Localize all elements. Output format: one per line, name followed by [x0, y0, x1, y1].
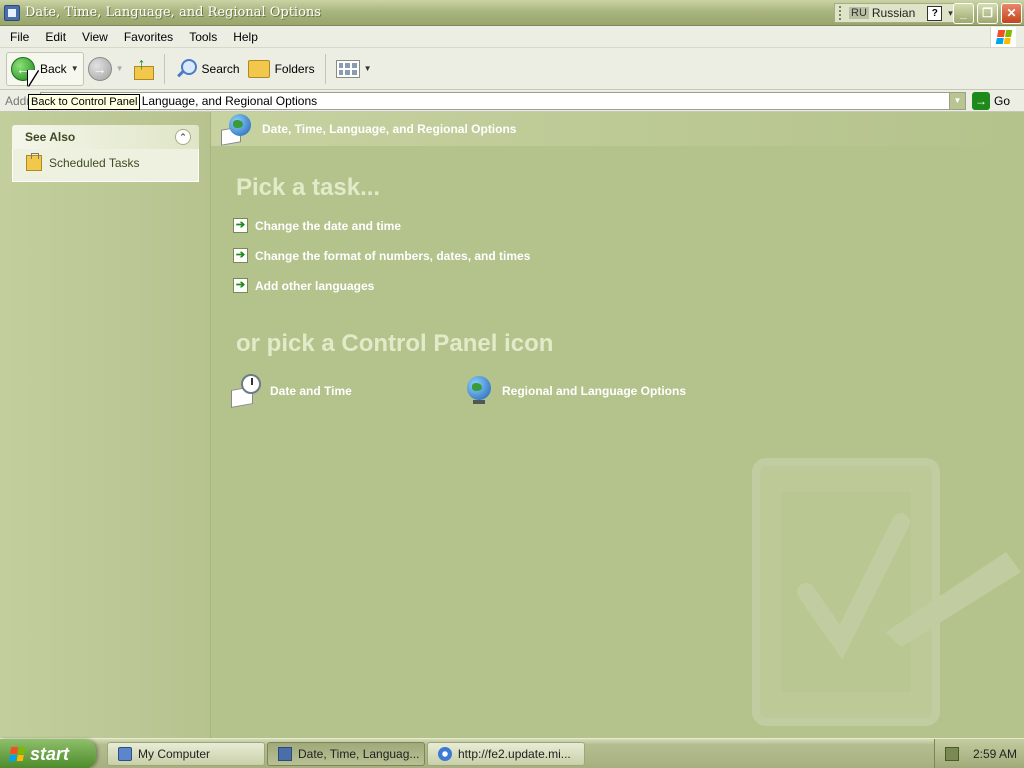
task-change-date-time[interactable]: ➔ Change the date and time [233, 218, 401, 233]
windows-logo-icon [990, 27, 1016, 47]
scheduled-tasks-label: Scheduled Tasks [49, 156, 140, 170]
toolbar-separator [324, 53, 326, 84]
close-button[interactable]: ✕ [1001, 3, 1022, 24]
task-label: Add other languages [255, 278, 375, 293]
task-label: Change the date and time [255, 218, 402, 233]
search-label: Search [201, 61, 240, 76]
back-tooltip: Back to Control Panel [28, 94, 141, 110]
minimize-button[interactable]: _ [953, 3, 974, 24]
language-code[interactable]: RU [849, 7, 869, 19]
taskbar-button-my-computer[interactable]: My Computer [107, 742, 265, 766]
date-and-time-applet[interactable]: Date and Time [231, 374, 352, 408]
task-label: Change the format of numbers, dates, and… [255, 248, 531, 263]
task-add-languages[interactable]: ➔ Add other languages [233, 278, 374, 293]
start-label: start [30, 743, 70, 764]
menu-bar: File Edit View Favorites Tools Help [0, 26, 1024, 48]
views-button[interactable]: ▼ [332, 52, 376, 86]
start-button[interactable]: start [0, 739, 96, 768]
back-dropdown-icon[interactable]: ▼ [71, 64, 79, 73]
category-title: Date, Time, Language, and Regional Optio… [262, 122, 517, 136]
date-time-icon [231, 374, 265, 408]
checkmark-watermark-icon [752, 458, 1021, 726]
window-title: Date, Time, Language, and Regional Optio… [25, 5, 321, 20]
taskbar-button-date-time[interactable]: Date, Time, Languag... [267, 742, 425, 766]
windows-flag-icon [8, 747, 26, 761]
menu-edit[interactable]: Edit [37, 30, 74, 44]
taskbar-button-label: http://fe2.update.mi... [458, 747, 571, 761]
address-input[interactable]: Date, Time, Language, and Regional Optio… [40, 92, 966, 110]
up-folder-button[interactable] [128, 52, 158, 86]
collapse-chevron-icon[interactable]: ⌃ [175, 129, 191, 145]
language-bar[interactable]: RU Russian ? ▾ [834, 3, 958, 23]
language-name[interactable]: Russian [872, 6, 915, 20]
clock[interactable]: 2:59 AM [973, 747, 1017, 761]
toolbar-separator [163, 53, 165, 84]
see-also-body: Scheduled Tasks [12, 149, 199, 182]
toolbar: ← Back ▼ → ▼ Search Folders ▼ [0, 48, 1024, 90]
help-icon[interactable]: ? [927, 5, 943, 21]
applet-label: Date and Time [270, 384, 352, 398]
up-folder-icon [132, 56, 154, 80]
taskbar-button-browser[interactable]: http://fe2.update.mi... [427, 742, 585, 766]
applet-label: Regional and Language Options [502, 384, 687, 398]
menu-help[interactable]: Help [225, 30, 266, 44]
search-button[interactable]: Search [171, 52, 244, 86]
task-arrow-icon: ➔ [233, 278, 248, 293]
my-computer-icon [118, 747, 132, 761]
back-label: Back [40, 61, 67, 76]
menu-view[interactable]: View [74, 30, 116, 44]
menu-tools[interactable]: Tools [181, 30, 225, 44]
internet-explorer-icon [438, 747, 452, 761]
task-arrow-icon: ➔ [233, 248, 248, 263]
category-header: Date, Time, Language, and Regional Optio… [211, 112, 1024, 146]
task-arrow-icon: ➔ [233, 218, 248, 233]
category-icon [221, 114, 255, 146]
folders-label: Folders [274, 61, 315, 76]
views-dropdown-icon[interactable]: ▼ [364, 64, 372, 73]
maximize-button[interactable]: ❐ [977, 3, 998, 24]
address-dropdown-icon[interactable]: ▼ [949, 93, 965, 109]
main-content: Date, Time, Language, and Regional Optio… [211, 112, 1024, 738]
menu-file[interactable]: File [0, 30, 37, 44]
grip-handle-icon[interactable] [839, 6, 843, 20]
forward-arrow-icon: → [87, 56, 112, 81]
see-also-panel: See Also ⌃ Scheduled Tasks [12, 125, 199, 182]
back-button[interactable]: ← Back ▼ [6, 51, 84, 86]
scheduled-tasks-icon [26, 153, 42, 171]
left-task-pane: See Also ⌃ Scheduled Tasks [0, 112, 211, 738]
search-icon [175, 58, 197, 80]
system-tray: 2:59 AM [934, 739, 1024, 768]
window-icon[interactable] [4, 4, 20, 21]
go-arrow-icon: → [972, 92, 990, 110]
address-bar: Address Date, Time, Language, and Region… [0, 90, 1024, 112]
go-button[interactable]: → Go [972, 92, 1010, 110]
scheduled-tasks-link[interactable]: Scheduled Tasks [26, 153, 188, 171]
folders-button[interactable]: Folders [244, 52, 319, 86]
see-also-header[interactable]: See Also ⌃ [12, 125, 199, 149]
taskbar-button-label: My Computer [138, 747, 211, 761]
views-icon [335, 59, 360, 78]
see-also-title: See Also [25, 130, 76, 144]
regional-language-applet[interactable]: Regional and Language Options [463, 374, 686, 408]
control-panel-window-icon [278, 747, 292, 761]
pick-task-heading: Pick a task... [236, 174, 381, 201]
task-change-format[interactable]: ➔ Change the format of numbers, dates, a… [233, 248, 530, 263]
network-icon[interactable] [945, 747, 959, 761]
go-label: Go [994, 94, 1011, 108]
forward-button[interactable]: → ▼ [84, 52, 128, 86]
pick-icon-heading: or pick a Control Panel icon [236, 330, 554, 357]
forward-dropdown-icon[interactable]: ▼ [116, 64, 124, 73]
menu-favorites[interactable]: Favorites [116, 30, 181, 44]
folders-icon [247, 59, 270, 78]
taskbar-button-label: Date, Time, Languag... [298, 747, 420, 761]
taskbar: start My Computer Date, Time, Languag...… [0, 738, 1024, 768]
globe-icon [463, 374, 497, 408]
